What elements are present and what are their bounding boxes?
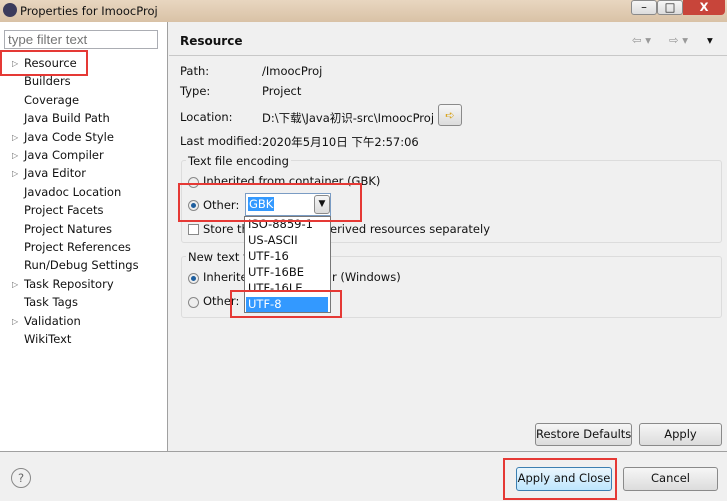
open-location-button[interactable]: ➪ (438, 104, 462, 126)
store-label: Store th (203, 222, 249, 236)
tree-item[interactable]: Builders (24, 74, 71, 88)
tree-item[interactable]: Run/Debug Settings (24, 258, 139, 272)
expand-arrow-icon[interactable]: ▷ (12, 151, 18, 160)
highlight-box (230, 290, 342, 318)
close-button[interactable]: X (683, 0, 725, 15)
window-title: Properties for ImoocProj (20, 4, 158, 18)
encoding-group-label: Text file encoding (186, 154, 291, 168)
expand-arrow-icon[interactable]: ▷ (12, 317, 18, 326)
delimiter-other-radio[interactable] (188, 297, 199, 308)
store-checkbox[interactable] (188, 224, 199, 235)
tree-item[interactable]: Validation (24, 314, 81, 328)
tree-item[interactable]: Project Natures (24, 222, 112, 236)
tree-item[interactable]: Java Compiler (24, 148, 104, 162)
expand-arrow-icon[interactable]: ▷ (12, 133, 18, 142)
menu-icon[interactable]: ▾ (707, 33, 713, 47)
modified-value: 2020年5月10日 下午2:57:06 (262, 135, 419, 149)
encoding-option[interactable]: US-ASCII (246, 233, 328, 248)
tree-item[interactable]: Javadoc Location (24, 185, 121, 199)
tree-item[interactable]: Task Tags (24, 295, 78, 309)
encoding-option[interactable]: UTF-16 (246, 249, 328, 264)
forward-icon[interactable]: ⇨ ▾ (669, 33, 688, 47)
highlight-box (178, 183, 362, 222)
tree-item[interactable]: WikiText (24, 332, 71, 346)
tree-item[interactable]: Task Repository (24, 277, 114, 291)
highlight-box (0, 50, 88, 76)
location-label: Location: (180, 110, 233, 124)
expand-arrow-icon[interactable]: ▷ (12, 280, 18, 289)
delimiter-group-label: New text fi (186, 250, 253, 264)
tree-item[interactable]: Java Build Path (24, 111, 110, 125)
title-bar: Properties for ImoocProj – □ X (0, 0, 727, 22)
delimiter-inherited-label-rest: r (Windows) (332, 270, 401, 284)
restore-defaults-button[interactable]: Restore Defaults (535, 423, 632, 446)
type-label: Type: (180, 84, 211, 98)
expand-arrow-icon[interactable]: ▷ (12, 169, 18, 178)
page-title: Resource (180, 34, 243, 48)
tree-item[interactable]: Coverage (24, 93, 79, 107)
highlight-box (503, 458, 617, 500)
path-value: /ImoocProj (262, 64, 323, 78)
help-icon[interactable]: ? (11, 468, 31, 488)
path-label: Path: (180, 64, 210, 78)
tree-item[interactable]: Project Facets (24, 203, 104, 217)
back-icon[interactable]: ⇦ ▾ (632, 33, 651, 47)
tree-item[interactable]: Project References (24, 240, 131, 254)
delimiter-inherited-label: Inherite (203, 270, 248, 284)
tree-item[interactable]: Java Code Style (24, 130, 114, 144)
cancel-button[interactable]: Cancel (623, 467, 718, 491)
location-value: D:\下载\Java初识-src\ImoocProj (262, 111, 435, 125)
minimize-button[interactable]: – (631, 0, 657, 15)
modified-label: Last modified: (180, 134, 262, 148)
maximize-button[interactable]: □ (657, 0, 683, 15)
delimiter-inherited-radio[interactable] (188, 273, 199, 284)
eclipse-icon (3, 3, 17, 17)
encoding-option[interactable]: UTF-16BE (246, 265, 328, 280)
tree-item[interactable]: Java Editor (24, 166, 86, 180)
apply-button[interactable]: Apply (639, 423, 722, 446)
filter-input[interactable] (4, 30, 158, 49)
store-label-rest: erived resources separately (330, 222, 490, 236)
type-value: Project (262, 84, 302, 98)
